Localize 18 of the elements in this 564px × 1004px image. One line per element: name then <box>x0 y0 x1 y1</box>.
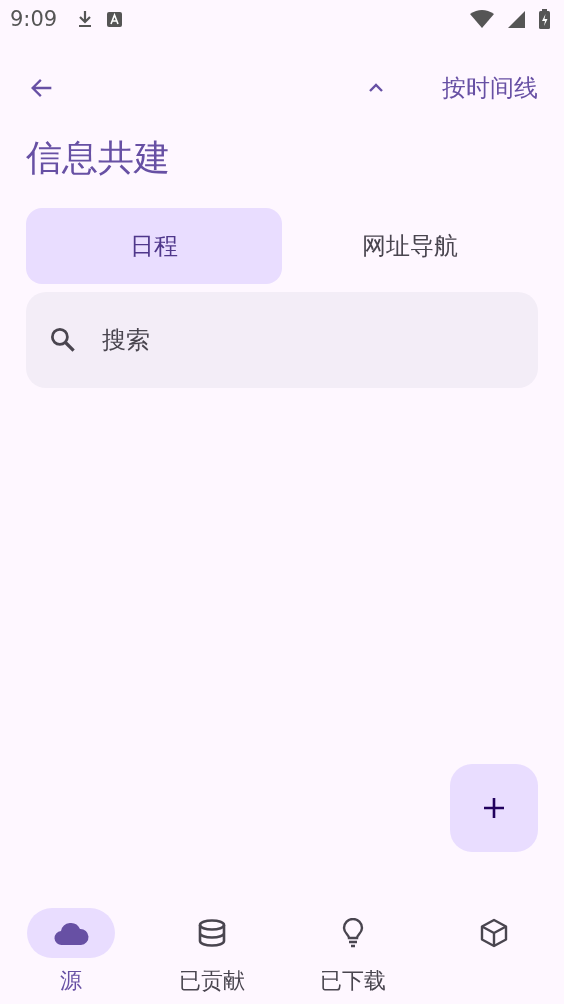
plus-icon <box>482 796 506 820</box>
tab[interactable]: 日程 <box>26 208 282 284</box>
search-input[interactable]: 搜索 <box>100 325 516 355</box>
download-icon <box>77 10 94 28</box>
search-field[interactable]: 搜索 <box>26 292 538 388</box>
nav-label: 已贡献 <box>178 967 245 995</box>
cloud-nav-icon[interactable] <box>26 908 115 958</box>
nav-label: 已下载 <box>319 967 386 995</box>
battery-icon <box>539 9 550 29</box>
notification-icon <box>107 11 123 27</box>
wifi-icon <box>470 10 494 28</box>
signal-icon <box>508 10 525 28</box>
nav-label: 源 <box>59 967 82 995</box>
search-icon <box>48 325 78 355</box>
tab[interactable]: 网址导航 <box>282 208 538 284</box>
status-time: 9:09 <box>10 7 58 31</box>
timeline-button[interactable]: 按时间线 <box>406 64 552 112</box>
page-title: 信息共建 <box>26 136 171 180</box>
